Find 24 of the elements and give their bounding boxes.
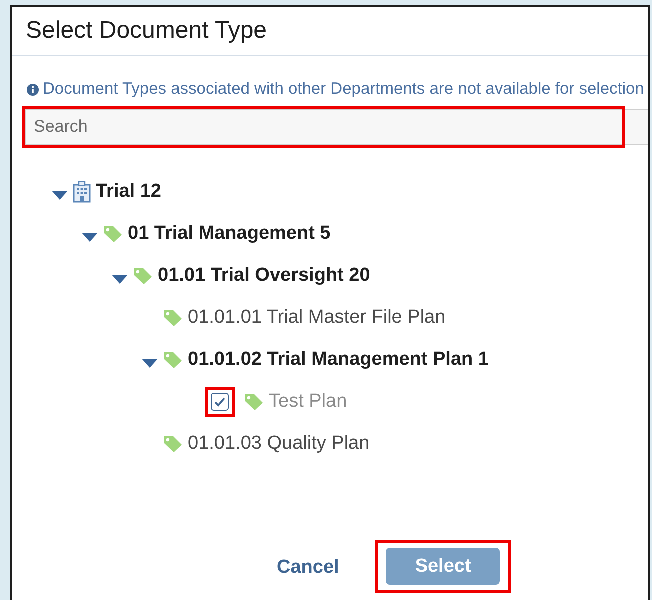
search-field[interactable]: Search [25, 109, 648, 145]
caret-icon[interactable] [112, 274, 128, 284]
tag-icon [244, 393, 264, 411]
caret-icon[interactable] [142, 358, 158, 368]
info-icon [27, 84, 39, 96]
info-text: Document Types associated with other Departments are not available for selection [43, 80, 644, 99]
tree-item[interactable]: Trial 12 [96, 181, 162, 203]
tag-icon [103, 225, 123, 243]
checkbox[interactable] [211, 393, 229, 411]
tree-item[interactable]: 01.01.01 Trial Master File Plan [188, 307, 446, 329]
tree-item[interactable]: 01.01.03 Quality Plan [188, 433, 370, 455]
cancel-button[interactable]: Cancel [277, 557, 340, 579]
building-icon [73, 181, 91, 203]
tag-icon [163, 351, 183, 369]
caret-icon[interactable] [82, 232, 98, 242]
tag-icon [163, 435, 183, 453]
caret-icon[interactable] [52, 190, 68, 200]
tree-item[interactable]: 01 Trial Management 5 [128, 223, 331, 245]
tag-icon [133, 267, 153, 285]
tree-item[interactable]: 01.01 Trial Oversight 20 [158, 265, 370, 287]
tree-item[interactable]: 01.01.02 Trial Management Plan 1 [188, 349, 489, 371]
tag-icon [163, 309, 183, 327]
dialog-title: Select Document Type [26, 17, 268, 45]
check-icon [213, 395, 227, 409]
